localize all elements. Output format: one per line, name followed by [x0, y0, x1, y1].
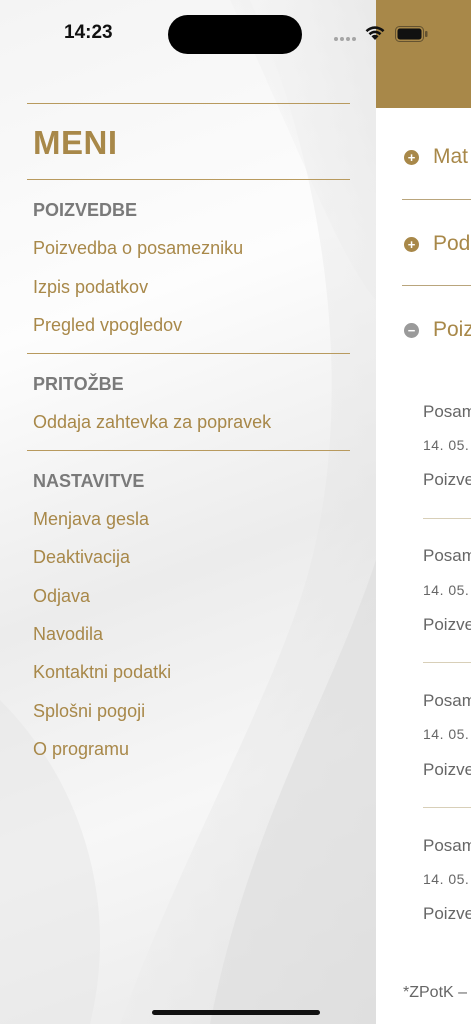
battery-icon: [395, 26, 428, 42]
footnote: *ZPotK –: [403, 984, 468, 1001]
divider: [27, 353, 350, 354]
wifi-icon: [365, 26, 385, 40]
accordion-header-1[interactable]: + Mat: [404, 137, 468, 177]
divider: [402, 199, 471, 200]
menu-item-deaktivacija[interactable]: Deaktivacija: [33, 547, 130, 568]
dynamic-island: [168, 15, 302, 54]
menu-item-navodila[interactable]: Navodila: [33, 624, 103, 645]
divider: [402, 285, 471, 286]
entry-title[interactable]: Posam: [423, 546, 471, 566]
home-indicator[interactable]: [152, 1010, 320, 1015]
entry-title[interactable]: Posam: [423, 402, 471, 422]
entry-type: Poizve: [423, 470, 471, 489]
accordion-label: Pod: [433, 232, 471, 255]
menu: MENI POIZVEDBE Poizvedba o posamezniku I…: [0, 0, 376, 1024]
menu-item-menjava-gesla[interactable]: Menjava gesla: [33, 509, 149, 530]
menu-item-odjava[interactable]: Odjava: [33, 586, 90, 607]
section-heading-nastavitve: NASTAVITVE: [33, 471, 145, 491]
entry-date: 14. 05. 2: [423, 726, 471, 742]
entry-type: Poizve: [423, 760, 471, 779]
entry-title[interactable]: Posam: [423, 836, 471, 856]
entry-date: 14. 05. 2: [423, 437, 471, 453]
menu-item-poizvedba-o-posamezniku[interactable]: Poizvedba o posamezniku: [33, 238, 243, 259]
side-drawer: MENI POIZVEDBE Poizvedba o posamezniku I…: [0, 0, 376, 1024]
plus-circle-icon: +: [404, 236, 419, 252]
menu-item-kontaktni-podatki[interactable]: Kontaktni podatki: [33, 662, 171, 683]
menu-item-oddaja-zahtevka[interactable]: Oddaja zahtevka za popravek: [33, 412, 271, 433]
divider: [27, 179, 350, 180]
entry-date: 14. 05. 2: [423, 582, 471, 598]
divider: [423, 662, 471, 663]
divider: [27, 103, 350, 104]
accordion-header-3[interactable]: − Poiz: [404, 310, 471, 350]
minus-circle-icon: −: [404, 322, 419, 338]
content-panel: + Mat + Pod − Poiz Posam 14. 05. 2 Poizv…: [376, 0, 471, 1024]
menu-title: MENI: [33, 124, 118, 161]
entry-type: Poizve: [423, 615, 471, 634]
entry-type: Poizve: [423, 904, 471, 923]
cellular-signal-icon: [334, 37, 356, 41]
plus-circle-icon: +: [404, 149, 419, 165]
entry-date: 14. 05. 2: [423, 871, 471, 887]
menu-item-o-programu[interactable]: O programu: [33, 739, 129, 760]
section-heading-poizvedbe: POIZVEDBE: [33, 200, 138, 220]
menu-item-splosni-pogoji[interactable]: Splošni pogoji: [33, 701, 145, 722]
accordion-header-2[interactable]: + Pod: [404, 224, 470, 264]
divider: [27, 450, 350, 451]
divider: [423, 518, 471, 519]
accordion-label: Poiz: [433, 318, 471, 341]
status-time: 14:23: [64, 22, 113, 43]
divider: [423, 807, 471, 808]
menu-item-izpis-podatkov[interactable]: Izpis podatkov: [33, 277, 148, 298]
content-header-bar: [376, 0, 471, 108]
menu-item-pregled-vpogledov[interactable]: Pregled vpogledov: [33, 315, 182, 336]
section-heading-pritozbe: PRITOŽBE: [33, 374, 124, 394]
entry-title[interactable]: Posam: [423, 691, 471, 711]
accordion-label: Mat: [433, 145, 469, 168]
